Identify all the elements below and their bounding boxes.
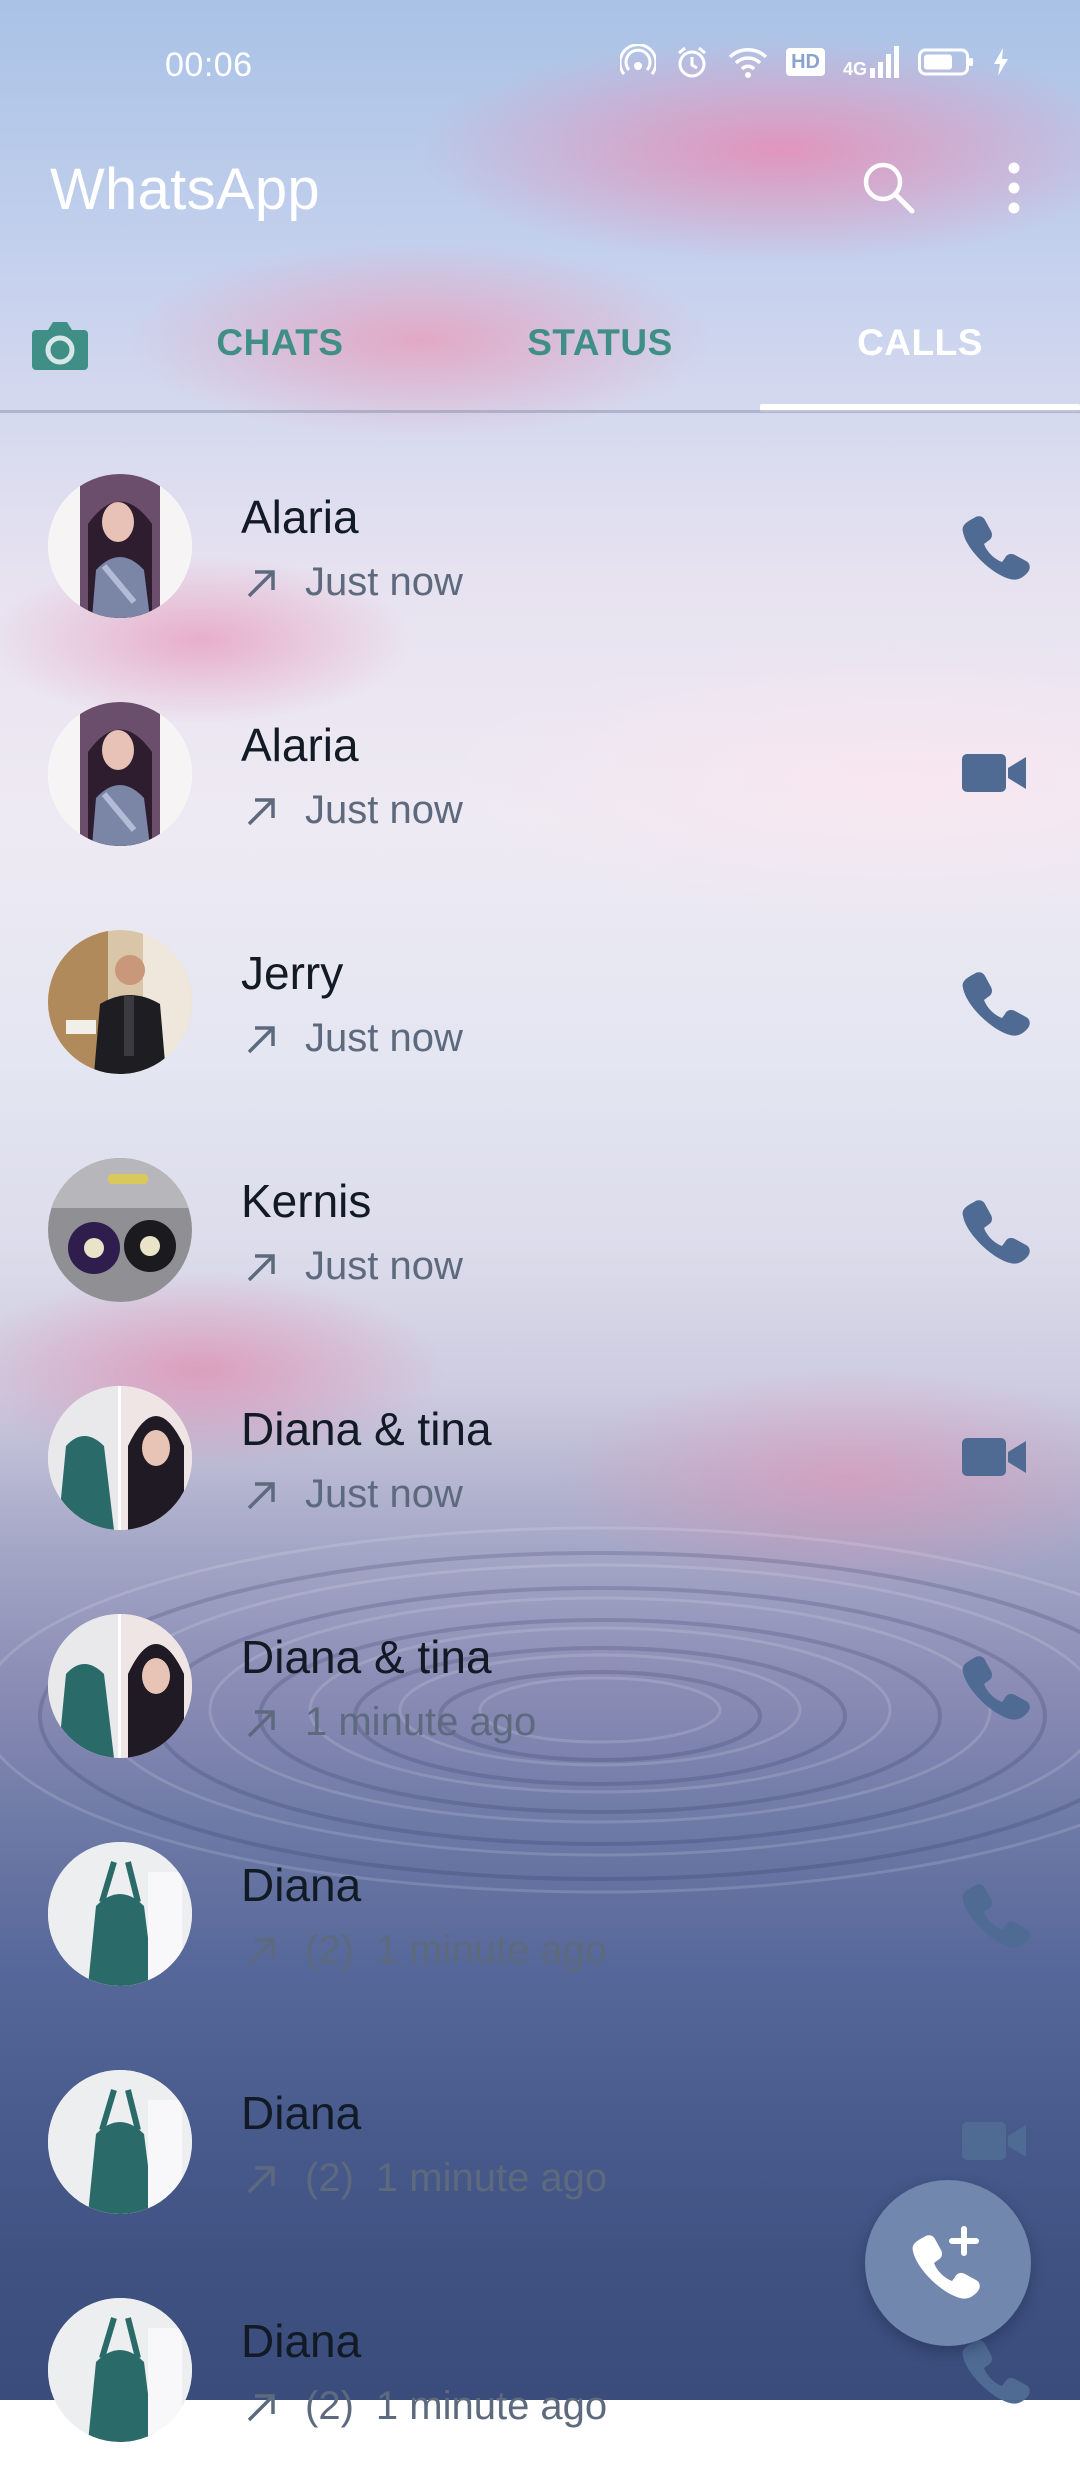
outgoing-call-arrow-icon — [247, 1937, 275, 1965]
call-count: (2) — [305, 1928, 354, 1972]
search-icon[interactable] — [858, 157, 918, 217]
new-call-button[interactable] — [865, 2180, 1031, 2346]
call-time: Just now — [305, 560, 463, 604]
contact-name: Diana & tina — [241, 1403, 492, 1455]
outgoing-call-arrow-icon — [247, 1481, 275, 1509]
avatar[interactable] — [48, 930, 192, 1074]
tab-chats[interactable]: CHATS — [120, 322, 440, 364]
call-row[interactable]: Alaria Just now — [0, 414, 1080, 642]
call-time: 1 minute ago — [375, 1928, 608, 1972]
camera-icon[interactable] — [30, 318, 90, 374]
outgoing-call-arrow-icon — [247, 797, 275, 825]
contact-name: Alaria — [241, 491, 359, 543]
voice-call-icon[interactable] — [960, 1194, 1030, 1264]
call-row[interactable]: Diana (2) 1 minute ago — [0, 1782, 1080, 2010]
call-count: (2) — [305, 2384, 354, 2428]
voice-call-icon[interactable] — [960, 2334, 1030, 2404]
voice-call-icon[interactable] — [960, 1878, 1030, 1948]
battery-icon — [918, 48, 973, 76]
contact-name: Diana — [241, 2315, 362, 2367]
charging-icon — [994, 48, 1008, 76]
avatar[interactable] — [48, 2298, 192, 2442]
call-row[interactable]: Jerry Just now — [0, 870, 1080, 1098]
alarm-icon — [678, 46, 707, 78]
avatar[interactable] — [48, 2070, 192, 2214]
call-meta: Just now — [241, 1472, 463, 1517]
voice-call-icon[interactable] — [960, 966, 1030, 1036]
status-icons: HD 4G — [620, 44, 1010, 80]
call-time: 1 minute ago — [305, 1700, 537, 1744]
contact-name: Diana — [241, 2087, 362, 2139]
hotspot-icon — [620, 44, 657, 75]
contact-name: Diana — [241, 1859, 362, 1911]
tab-calls[interactable]: CALLS — [760, 322, 1080, 364]
call-row[interactable]: Diana & tina 1 minute ago — [0, 1554, 1080, 1782]
avatar[interactable] — [48, 1842, 192, 1986]
add-call-icon — [912, 2226, 980, 2299]
call-meta: (2) 1 minute ago — [241, 2384, 607, 2429]
outgoing-call-arrow-icon — [247, 1253, 275, 1281]
contact-name: Alaria — [241, 719, 359, 771]
voice-call-icon[interactable] — [960, 510, 1030, 580]
call-meta: Just now — [241, 788, 463, 833]
outgoing-call-arrow-icon — [247, 2165, 275, 2193]
video-call-icon[interactable] — [960, 2106, 1030, 2176]
call-time: 1 minute ago — [375, 2384, 608, 2428]
call-time: 1 minute ago — [375, 2156, 608, 2200]
hd-icon: HD — [786, 48, 825, 76]
call-meta: Just now — [241, 1244, 463, 1289]
status-time: 00:06 — [165, 46, 253, 84]
avatar[interactable] — [48, 474, 192, 618]
tab-bar: CHATS STATUS CALLS — [0, 300, 1080, 412]
outgoing-call-arrow-icon — [247, 1709, 275, 1737]
call-row[interactable]: Alaria Just now — [0, 642, 1080, 870]
avatar[interactable] — [48, 702, 192, 846]
call-time: Just now — [305, 1016, 463, 1060]
call-time: Just now — [305, 1472, 463, 1516]
avatar[interactable] — [48, 1158, 192, 1302]
tab-status[interactable]: STATUS — [440, 322, 760, 364]
call-meta: 1 minute ago — [241, 1700, 536, 1745]
call-time: Just now — [305, 788, 463, 832]
tabs-divider — [0, 410, 1080, 413]
outgoing-call-arrow-icon — [247, 1025, 275, 1053]
status-bar: 00:06 HD 4G — [0, 0, 1080, 136]
call-count: (2) — [305, 2156, 354, 2200]
call-meta: Just now — [241, 560, 463, 605]
call-meta: Just now — [241, 1016, 463, 1061]
call-meta: (2) 1 minute ago — [241, 2156, 607, 2201]
call-time: Just now — [305, 1244, 463, 1288]
avatar[interactable] — [48, 1614, 192, 1758]
call-meta: (2) 1 minute ago — [241, 1928, 607, 1973]
wifi-icon — [728, 48, 768, 78]
contact-name: Jerry — [241, 947, 344, 999]
4g-signal-icon: 4G — [843, 46, 900, 78]
outgoing-call-arrow-icon — [247, 2393, 275, 2421]
video-call-icon[interactable] — [960, 738, 1030, 808]
outgoing-call-arrow-icon — [247, 569, 275, 597]
video-call-icon[interactable] — [960, 1422, 1030, 1492]
network-label: 4G — [842, 59, 867, 79]
more-vertical-icon[interactable] — [996, 160, 1032, 216]
voice-call-icon[interactable] — [960, 1650, 1030, 1720]
avatar[interactable] — [48, 1386, 192, 1530]
contact-name: Diana & tina — [241, 1631, 492, 1683]
app-title: WhatsApp — [50, 157, 320, 222]
call-row[interactable]: Diana & tina Just now — [0, 1326, 1080, 1554]
contact-name: Kernis — [241, 1175, 372, 1227]
call-row[interactable]: Kernis Just now — [0, 1098, 1080, 1326]
